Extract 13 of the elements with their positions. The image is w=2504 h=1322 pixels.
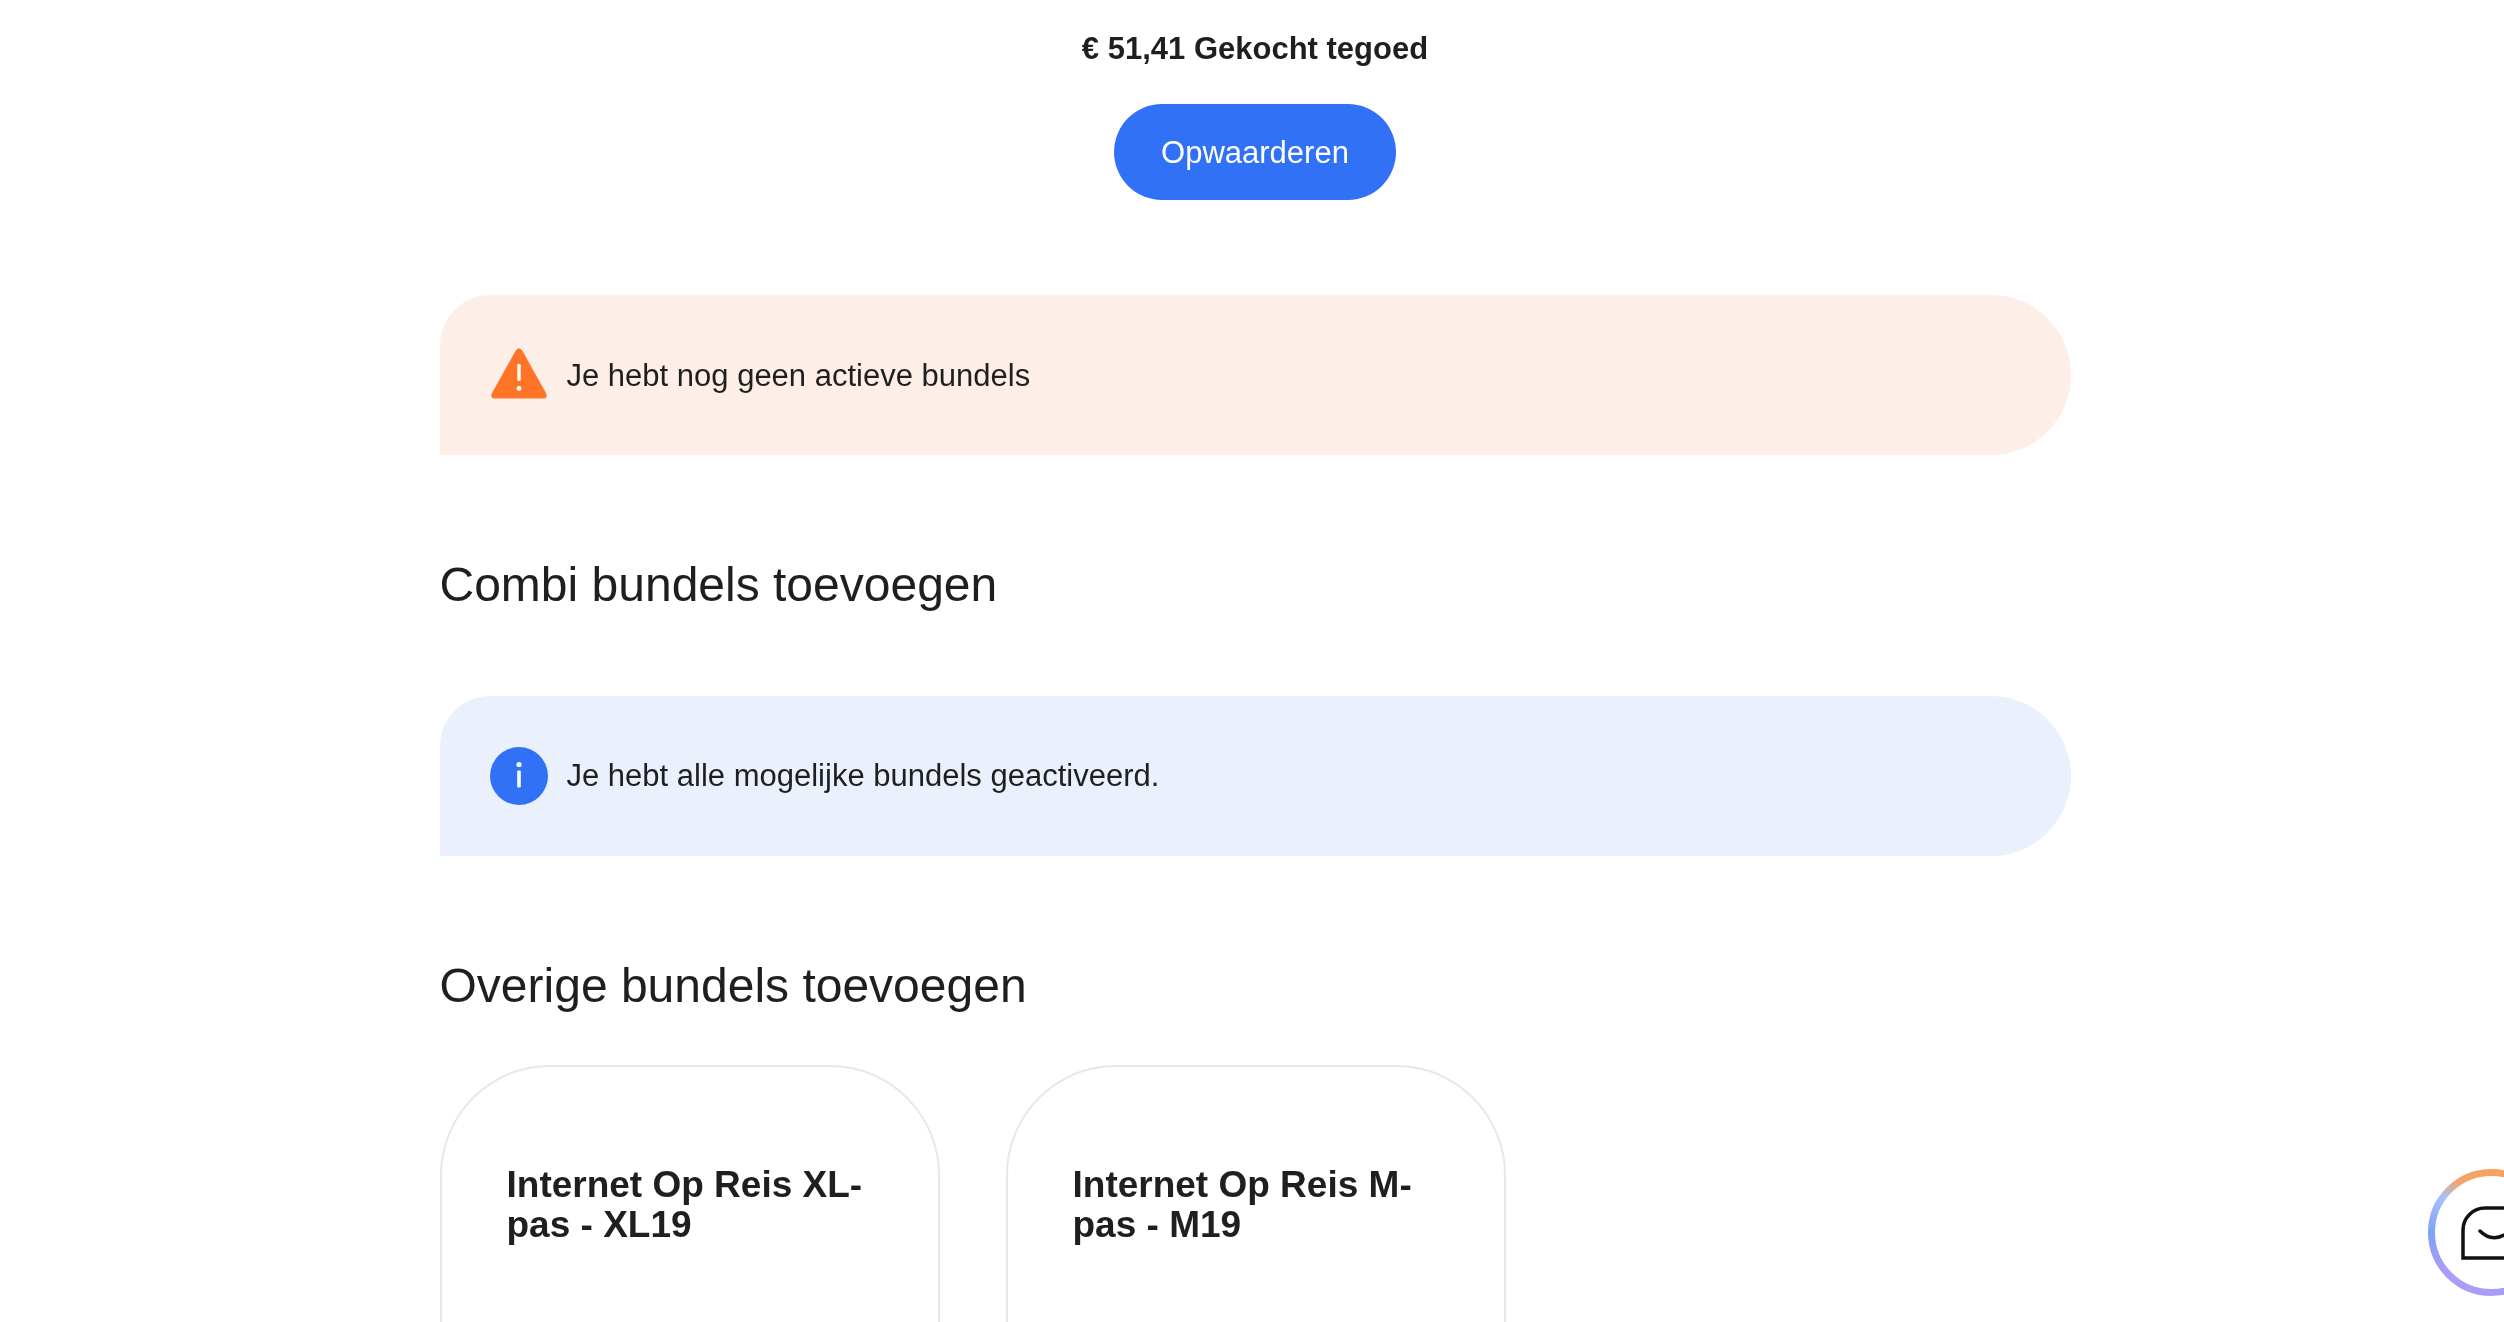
bundle-card[interactable]: Internet Op Reis XL-pas - XL19 [439, 1065, 940, 1322]
section-heading: Combi bundels toevoegen [439, 557, 999, 614]
credit-balance-text: € 51,41 Gekocht tegoed [1080, 30, 1430, 68]
top-up-button[interactable]: Opwaarderen [1114, 104, 1396, 201]
alert-text: Je hebt alle mogelijke bundels geactiveerd. [566, 757, 1160, 795]
bundle-title: Internet Op Reis XL-pas - XL19 [506, 1165, 864, 1246]
info-icon [489, 746, 548, 805]
chat-icon [2427, 1168, 2504, 1297]
bundle-card[interactable]: Internet Op Reis M-pas - M19 [1005, 1065, 1506, 1322]
bundle-title: Internet Op Reis M-pas - M19 [1072, 1165, 1413, 1246]
section-heading: Overige bundels toevoegen [439, 957, 1028, 1014]
alert-text: Je hebt nog geen actieve bundels [566, 356, 1031, 394]
chat-button[interactable] [2427, 1168, 2504, 1297]
